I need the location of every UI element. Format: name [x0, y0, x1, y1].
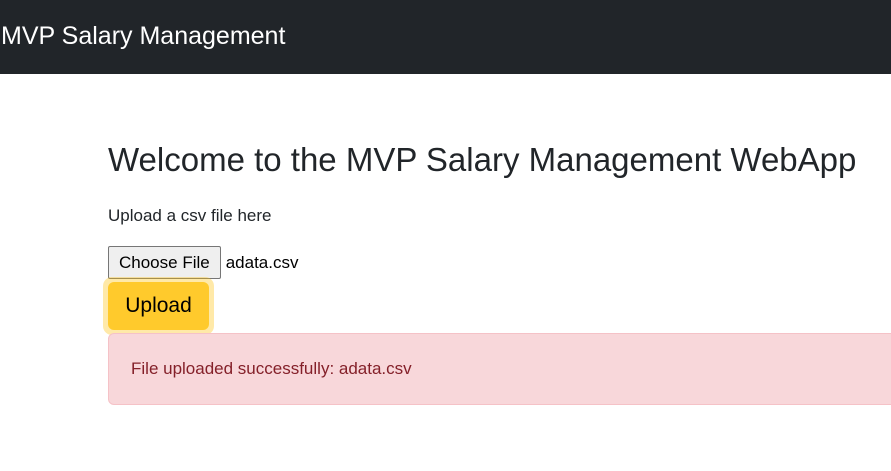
choose-file-button[interactable]: Choose File — [108, 246, 221, 279]
file-input[interactable]: Choose File adata.csv — [108, 246, 298, 281]
status-alert: File uploaded successfully: adata.csv — [108, 333, 891, 405]
upload-button-focus-ring: Upload — [103, 277, 214, 335]
upload-label: Upload a csv file here — [108, 206, 272, 225]
page-title: Welcome to the MVP Salary Management Web… — [108, 141, 857, 178]
navbar-brand[interactable]: MVP Salary Management — [1, 17, 285, 55]
selected-file-name: adata.csv — [225, 253, 299, 272]
upload-button[interactable]: Upload — [108, 282, 209, 330]
navbar: MVP Salary Management — [0, 0, 891, 74]
alert-message: File uploaded successfully: adata.csv — [131, 359, 412, 378]
